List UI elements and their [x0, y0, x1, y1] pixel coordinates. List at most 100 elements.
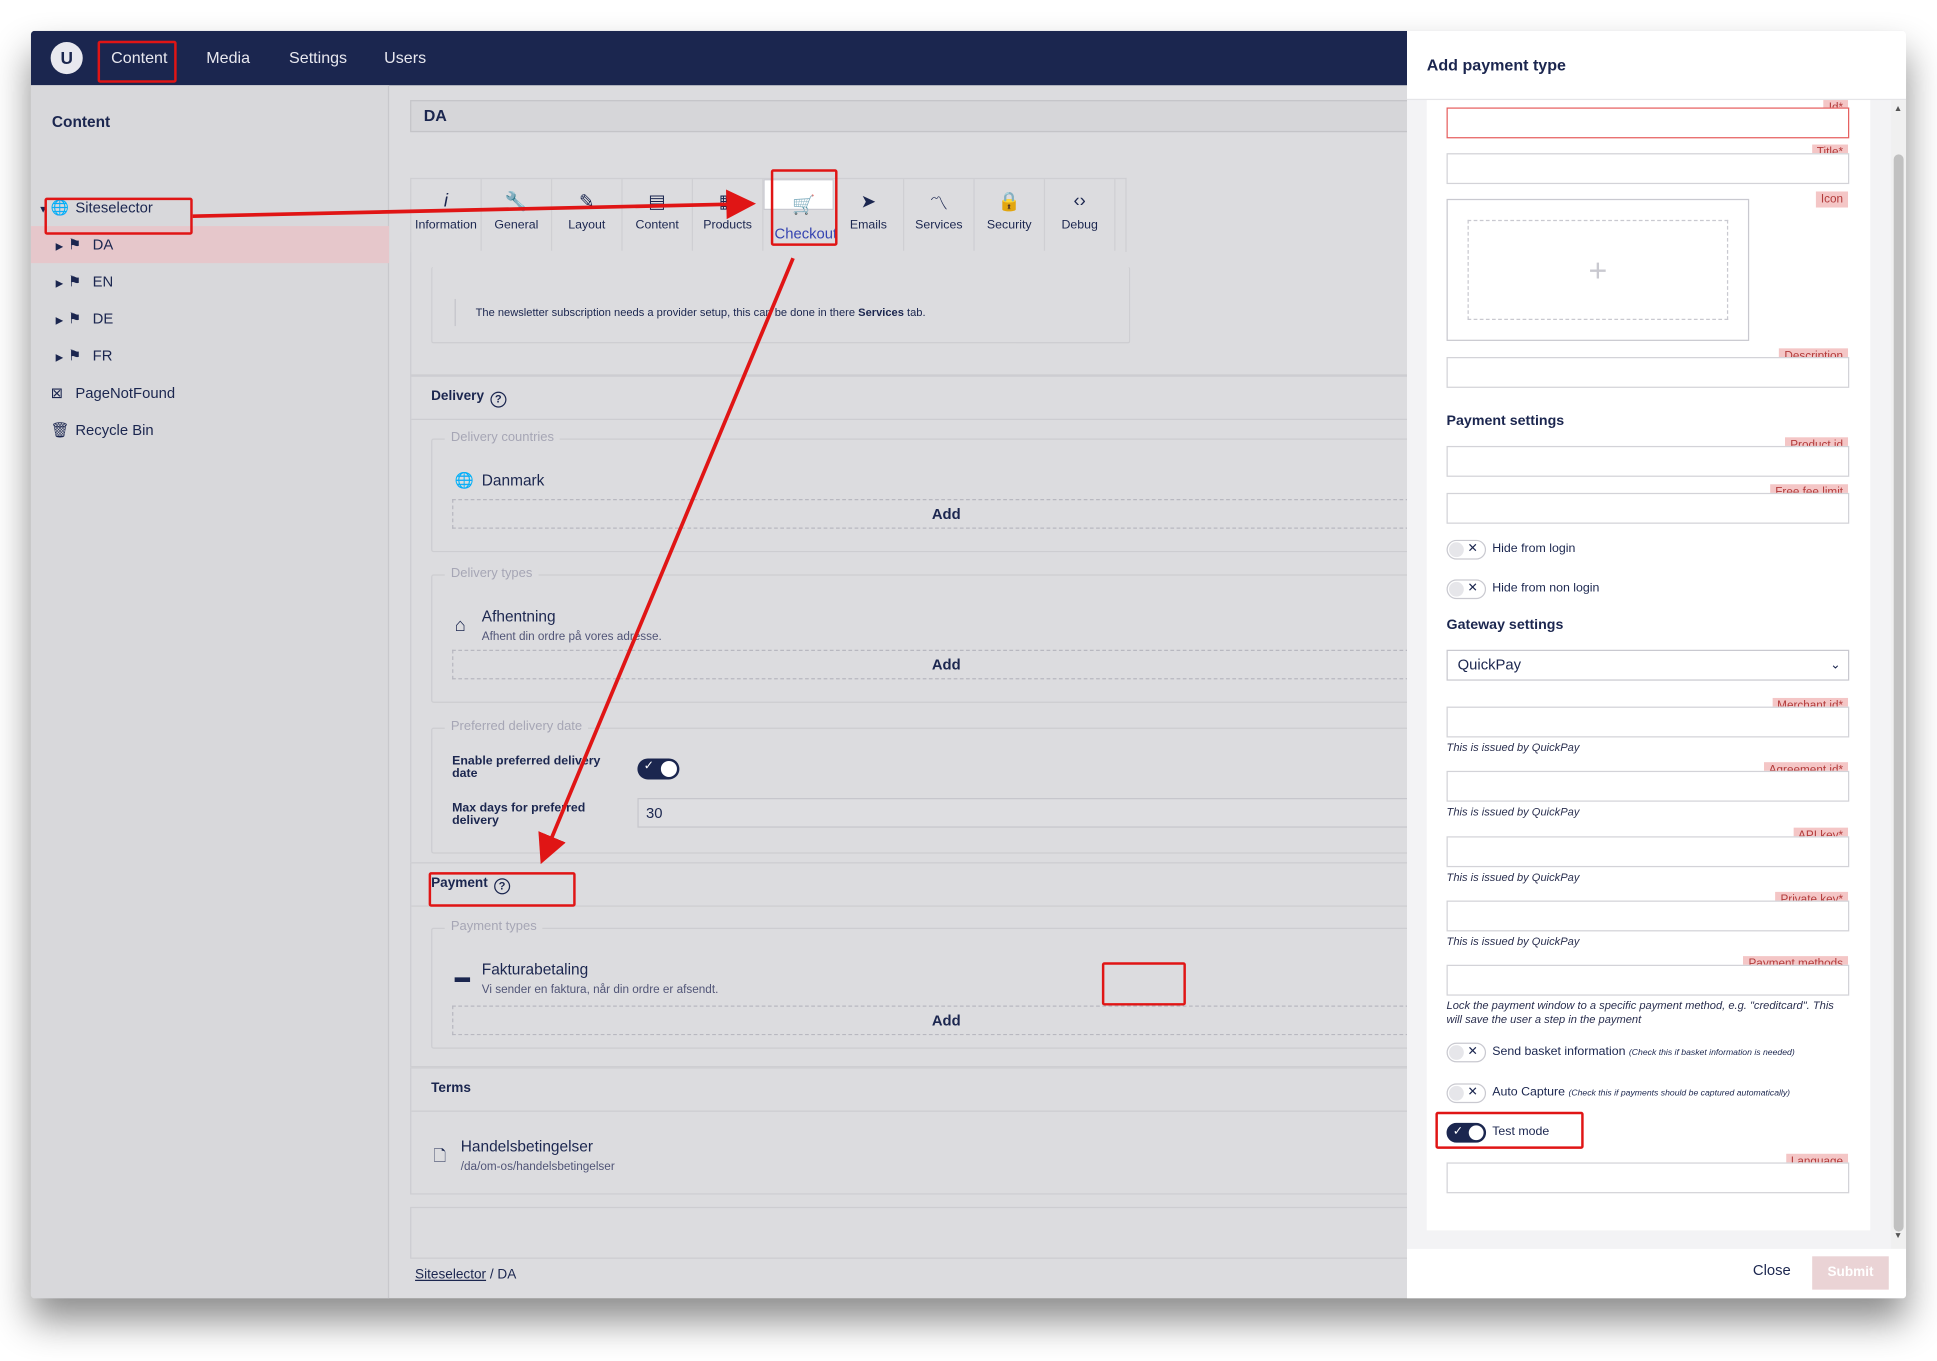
agreement-id-hint: This is issued by QuickPay [1446, 805, 1580, 818]
language-input[interactable] [1446, 1162, 1850, 1194]
house-icon: ⌂ [454, 615, 466, 637]
nav-settings[interactable]: Settings [289, 48, 347, 67]
tab-security[interactable]: 🔒 Security [975, 179, 1046, 251]
auto-capture-toggle[interactable]: ✕ [1446, 1083, 1487, 1104]
product-id-input[interactable] [1446, 445, 1850, 477]
layout-icon: ▤ [648, 191, 666, 213]
tree-node-en[interactable]: ▶ ⚑ EN [56, 263, 114, 300]
enable-preferred-toggle[interactable]: ✓ [637, 758, 680, 780]
trash-icon: 🗑 [50, 421, 70, 439]
node-name-input[interactable]: DA [410, 100, 1436, 133]
max-days-input[interactable]: 30 [637, 798, 1429, 828]
api-key-input[interactable] [1446, 836, 1850, 868]
tree-node-de[interactable]: ▶ ⚑ DE [56, 300, 114, 337]
help-icon[interactable]: ? [490, 391, 507, 408]
tab-products[interactable]: ▦ Products [693, 179, 764, 251]
editor-tabs: i Information 🔧 General ✎ Layout ▤ Content ▦… [410, 177, 1127, 253]
terms-path: /da/om-os/handelsbetingelser [460, 1159, 615, 1174]
tab-services[interactable]: 〽 Services [904, 179, 975, 251]
icon-label: Icon [1815, 191, 1849, 208]
tab-content[interactable]: ▤ Content [623, 179, 694, 251]
add-delivery-type-button[interactable]: Add [452, 649, 1441, 680]
divider [411, 1110, 1437, 1112]
newsletter-note-box: The newsletter subscription needs a prov… [431, 266, 1131, 344]
tab-emails[interactable]: ➤ Emails [834, 179, 905, 251]
highlight-da-node [44, 197, 193, 235]
breadcrumb-siteselector[interactable]: Siteselector [415, 1267, 486, 1282]
umbraco-logo[interactable]: U [50, 42, 83, 75]
tree-node-fr[interactable]: ▶ ⚑ FR [56, 337, 113, 374]
nav-media[interactable]: Media [206, 48, 250, 67]
id-input[interactable] [1446, 107, 1850, 139]
send-basket-toggle[interactable]: ✕ [1446, 1042, 1487, 1063]
preferred-date-legend: Preferred delivery date [444, 718, 589, 734]
drawer-title: Add payment type [1426, 55, 1566, 75]
hide-from-non-login-toggle[interactable]: ✕ [1446, 579, 1487, 600]
description-input[interactable] [1446, 357, 1850, 388]
terms-title[interactable]: Handelsbetingelser [461, 1138, 593, 1155]
payment-types: Payment types ▬ Fakturabetaling Vi sende… [431, 919, 1445, 1049]
free-fee-input[interactable] [1446, 492, 1850, 524]
document-icon: 🗋 [433, 1147, 447, 1165]
drawer-footer: Close Submit [1407, 1248, 1907, 1299]
scroll-down-icon[interactable]: ▼ [1894, 1232, 1903, 1241]
payment-type-title[interactable]: Fakturabetaling [482, 961, 588, 978]
drawer-header: Add payment type [1407, 30, 1907, 101]
payment-types-legend: Payment types [444, 919, 543, 934]
payment-methods-hint: Lock the payment window to a specific pa… [1446, 999, 1834, 1026]
title-input[interactable] [1446, 153, 1850, 185]
tree-node-recycle-bin[interactable]: 🗑 Recycle Bin [51, 411, 154, 448]
scroll-up-icon[interactable]: ▲ [1894, 105, 1903, 114]
newsletter-note: The newsletter subscription needs a prov… [454, 298, 926, 327]
umbraco-window: U Content Media Settings Users Content ▼… [30, 30, 1907, 1299]
top-navigation: U Content Media Settings Users [30, 30, 1408, 86]
terms-heading: Terms [431, 1080, 471, 1096]
auto-capture-label: Auto Capture (Check this if payments sho… [1492, 1085, 1791, 1100]
drawer-scrollbar[interactable]: ▲ ▼ [1891, 100, 1907, 1249]
lock-icon: 🔒 [997, 191, 1021, 213]
close-icon: ✕ [1467, 1085, 1478, 1100]
hide-from-login-toggle[interactable]: ✕ [1446, 539, 1487, 560]
tab-general[interactable]: 🔧 General [482, 179, 553, 251]
payment-type-subtitle: Vi sender en faktura, når din ordre er a… [481, 983, 719, 997]
chevron-down-icon: ⌄ [1830, 658, 1841, 673]
preferred-delivery-date: Preferred delivery date Enable preferred… [431, 718, 1445, 854]
toggle-knob [660, 760, 677, 778]
private-key-input[interactable] [1446, 900, 1850, 932]
tree-node-pagenotfound[interactable]: ⊠ PageNotFound [51, 374, 175, 411]
agreement-id-input[interactable] [1446, 770, 1850, 802]
gateway-select[interactable]: QuickPay ⌄ [1446, 649, 1850, 681]
services-link[interactable]: Services [858, 306, 904, 318]
max-days-label: Max days for preferred delivery [452, 801, 586, 828]
content-editor: DA i Information 🔧 General ✎ Layout ▤ Conten… [390, 85, 1445, 1298]
close-icon: ✕ [1467, 581, 1478, 596]
paper-plane-icon: ➤ [860, 191, 877, 213]
delivery-heading: Delivery? [431, 389, 507, 408]
nav-users[interactable]: Users [384, 48, 426, 67]
close-icon: ✕ [1467, 542, 1478, 556]
payment-methods-input[interactable] [1446, 964, 1850, 996]
highlight-add-button [1101, 962, 1186, 1006]
country-danmark[interactable]: Danmark [482, 472, 545, 489]
send-basket-label: Send basket information (Check this if b… [1492, 1045, 1795, 1059]
flag-icon: ⚑ [67, 347, 82, 365]
private-key-hint: This is issued by QuickPay [1446, 935, 1580, 948]
newsletter-card: The newsletter subscription needs a prov… [410, 252, 1436, 376]
add-country-button[interactable]: Add [452, 499, 1441, 529]
api-key-hint: This is issued by QuickPay [1446, 870, 1580, 884]
close-button[interactable]: Close [1753, 1261, 1791, 1278]
enable-preferred-label: Enable preferred delivery date [452, 754, 601, 781]
merchant-id-input[interactable] [1446, 706, 1850, 738]
submit-button[interactable]: Submit [1812, 1256, 1889, 1290]
delivery-countries: Delivery countries 🌐 Danmark Add [431, 429, 1445, 553]
delivery-type-title[interactable]: Afhentning [482, 608, 556, 625]
highlight-checkout-tab [770, 169, 838, 246]
tab-layout[interactable]: ✎ Layout [552, 179, 623, 251]
terms-card: Terms 🗋 Handelsbetingelser /da/om-os/han… [410, 1067, 1437, 1195]
tab-debug[interactable]: ‹› Debug [1045, 179, 1116, 251]
tab-information[interactable]: i Information [411, 179, 482, 251]
icon-picker[interactable]: + [1446, 198, 1750, 341]
hide-from-non-login-label: Hide from non login [1492, 581, 1600, 596]
scroll-thumb[interactable] [1893, 154, 1904, 1232]
add-payment-type-button[interactable]: Add [452, 1005, 1441, 1036]
